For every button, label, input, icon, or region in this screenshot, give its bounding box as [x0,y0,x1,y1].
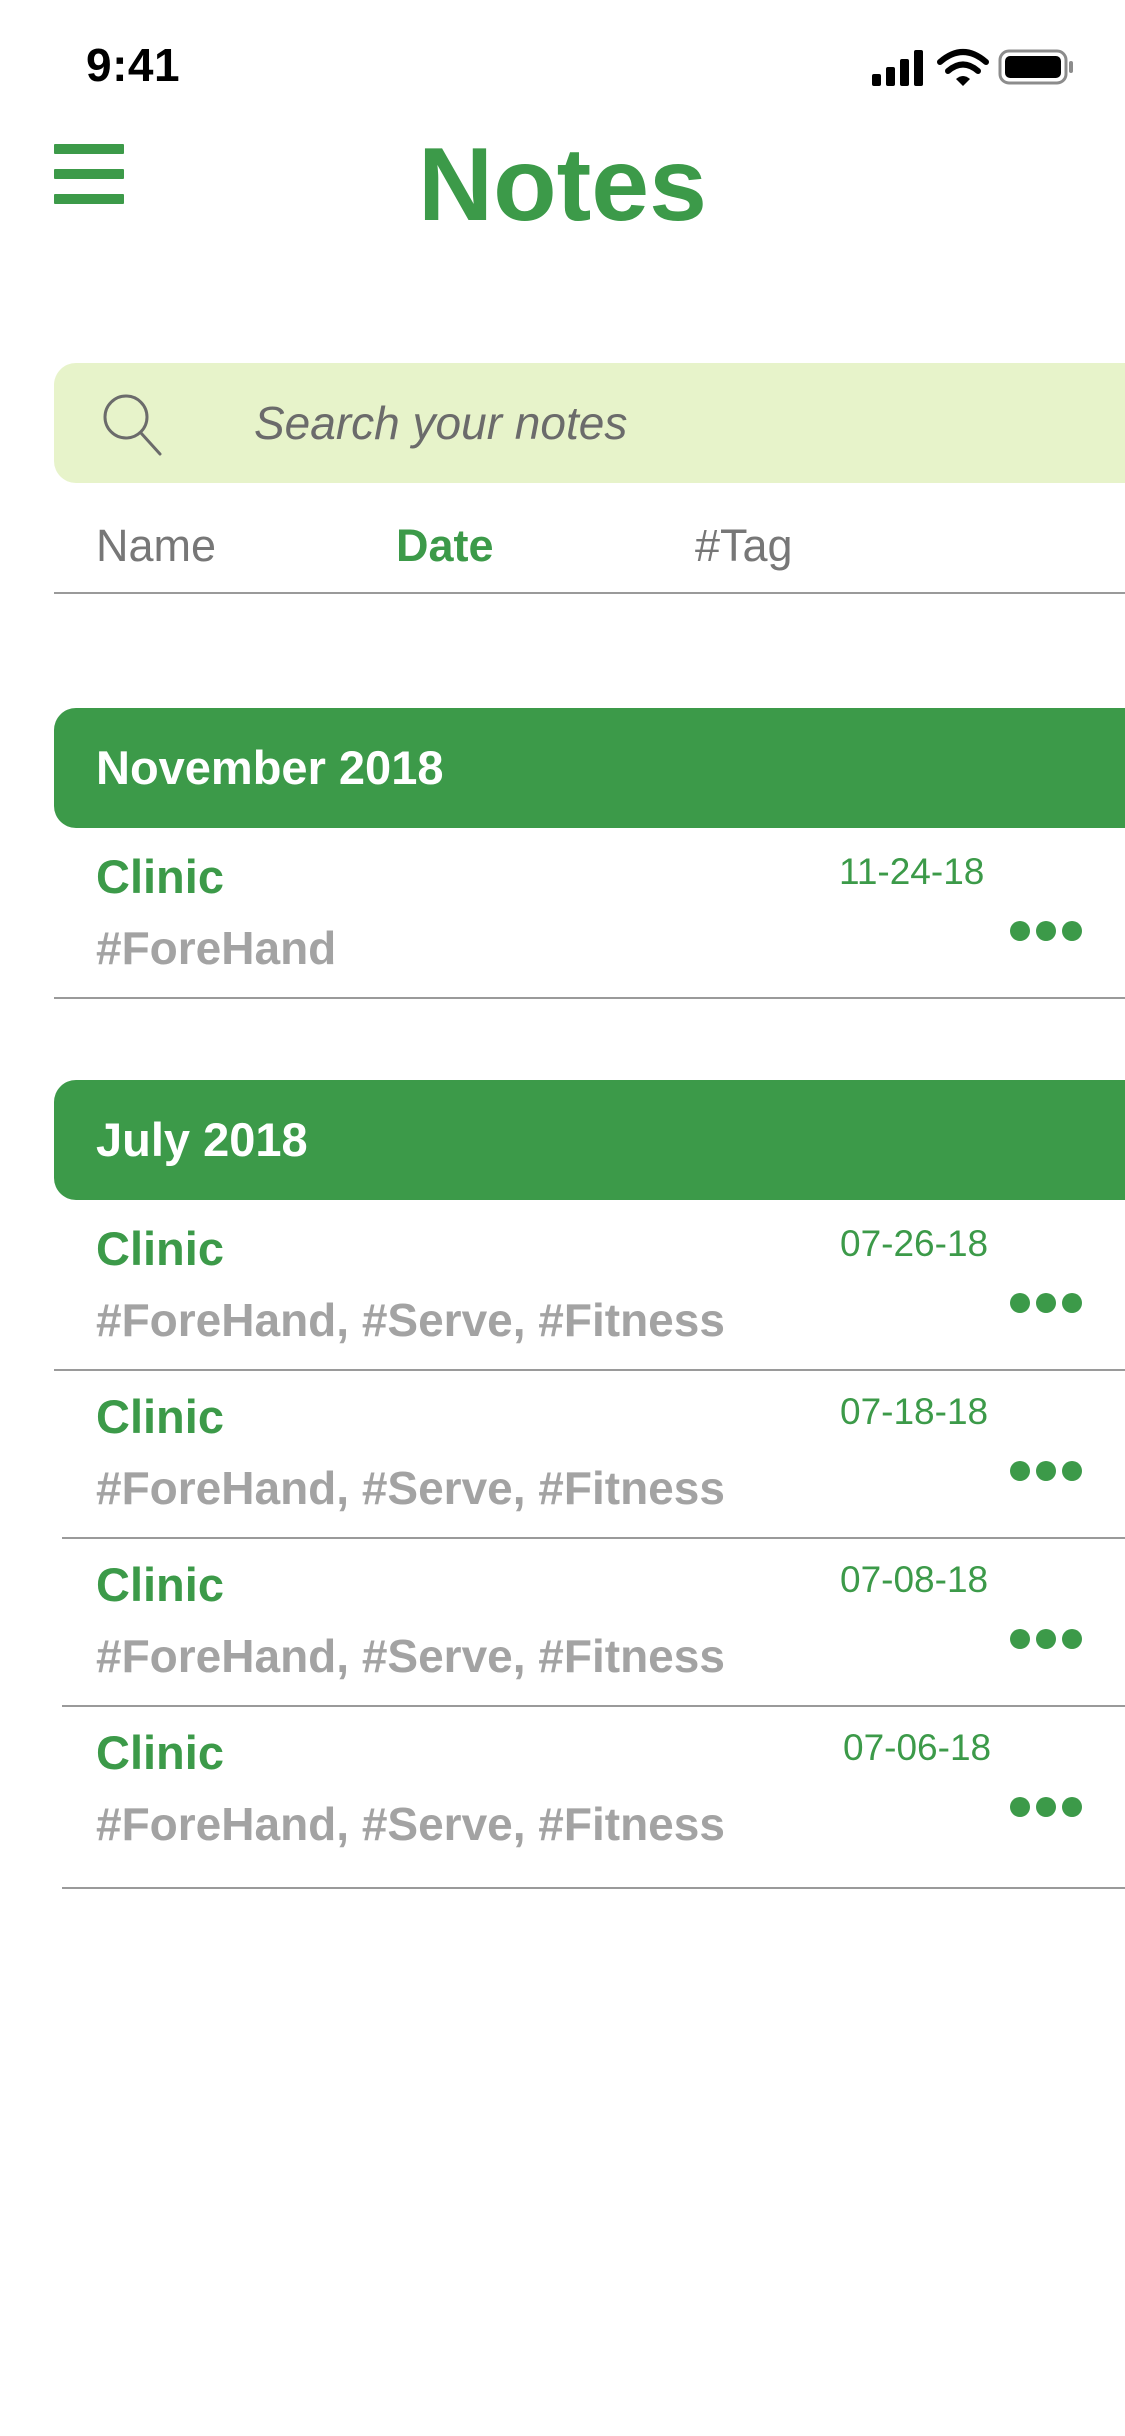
status-bar: 9:41 [0,0,1125,135]
note-row[interactable]: Clinic #ForeHand, #Serve, #Fitness 07-08… [62,1539,1125,1707]
tab-date[interactable]: Date [396,520,494,572]
search-bar[interactable] [54,363,1125,483]
note-title: Clinic [96,1222,224,1275]
section-header: November 2018 [54,708,1125,828]
section-title: July 2018 [96,1113,308,1166]
note-date: 07-08-18 [840,1559,989,1600]
status-time: 9:41 [86,39,181,91]
more-options-icon[interactable] [1010,1619,1082,1659]
tab-tag[interactable]: #Tag [695,520,793,572]
note-title: Clinic [96,850,224,903]
search-input[interactable] [254,363,1114,483]
page-title: Notes [418,127,707,243]
note-tags: #ForeHand, #Serve, #Fitness [96,1798,725,1850]
note-row[interactable]: Clinic #ForeHand, #Serve, #Fitness 07-26… [54,1203,1125,1371]
note-tags: #ForeHand, #Serve, #Fitness [96,1294,725,1346]
note-row[interactable]: Clinic #ForeHand, #Serve, #Fitness 07-06… [62,1707,1125,1889]
note-row[interactable]: Clinic #ForeHand 11-24-18 [54,831,1125,999]
note-tags: #ForeHand [96,922,337,974]
more-options-icon[interactable] [1010,911,1082,951]
note-date: 07-06-18 [843,1727,992,1768]
note-date: 07-18-18 [840,1391,989,1432]
wifi-icon [937,49,989,86]
tab-name[interactable]: Name [96,520,216,572]
note-title: Clinic [96,1390,224,1443]
more-options-icon[interactable] [1010,1451,1082,1491]
section-header: July 2018 [54,1080,1125,1200]
note-tags: #ForeHand, #Serve, #Fitness [96,1630,725,1682]
search-icon[interactable] [100,391,164,457]
status-icons [870,46,1075,88]
sort-tabs: Name Date #Tag [54,510,1125,594]
cellular-signal-icon [872,50,923,86]
note-title: Clinic [96,1726,224,1779]
note-date: 07-26-18 [840,1223,989,1264]
more-options-icon[interactable] [1010,1283,1082,1323]
section-title: November 2018 [96,741,444,794]
note-row[interactable]: Clinic #ForeHand, #Serve, #Fitness 07-18… [62,1371,1125,1539]
note-date: 11-24-18 [839,851,985,892]
note-title: Clinic [96,1558,224,1611]
note-tags: #ForeHand, #Serve, #Fitness [96,1462,725,1514]
battery-icon [998,49,1073,85]
more-options-icon[interactable] [1010,1787,1082,1827]
